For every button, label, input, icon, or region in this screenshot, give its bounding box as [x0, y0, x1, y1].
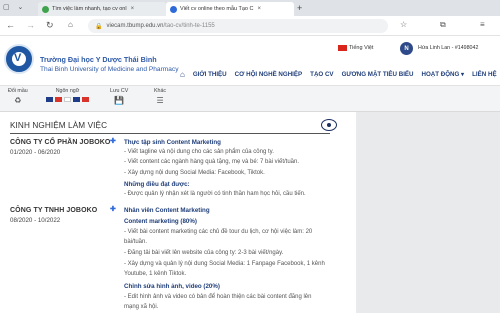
- company-name[interactable]: CÔNG TY CỔ PHẦN JOBOKO: [10, 139, 110, 146]
- save-cv-button[interactable]: Lưu CV 💾: [110, 88, 128, 105]
- address-bar[interactable]: 🔒 viecam.tbump.edu.vn /tao-cv/tinh-te-11…: [88, 19, 388, 33]
- cn-flag-icon[interactable]: [82, 97, 89, 102]
- main-menu: ⌂ GIỚI THIỆU CƠ HỘI NGHỀ NGHIỆP TẠO CV G…: [180, 70, 497, 79]
- jp-flag-icon[interactable]: [64, 97, 71, 102]
- language-button[interactable]: Ngôn ngữ: [46, 88, 89, 102]
- menu-lines-icon: ☰: [156, 96, 164, 105]
- job-detail[interactable]: - Đăng tải bài viết lên website của công…: [124, 250, 283, 256]
- job-subheading[interactable]: Content marketing (80%): [124, 218, 197, 225]
- menu-item-contact[interactable]: LIÊN HỆ: [472, 71, 496, 78]
- tab-nav-icons[interactable]: ▢ ⌄: [3, 3, 26, 11]
- vietnam-flag-icon: [338, 45, 347, 51]
- tab-label: Viết cv online theo mẫu Tạo C: [180, 6, 254, 12]
- back-icon[interactable]: ←: [6, 20, 15, 30]
- menu-item-featured[interactable]: GƯƠNG MẶT TIÊU BIỂU: [342, 71, 414, 78]
- home-browser-icon[interactable]: ⌂: [68, 20, 73, 29]
- job-title[interactable]: Thực tập sinh Content Marketing: [124, 139, 221, 146]
- other-label: Khác: [154, 88, 167, 94]
- avatar[interactable]: N: [400, 42, 413, 55]
- url-path: /tao-cv/tinh-te-1155: [163, 23, 215, 29]
- new-tab-button[interactable]: +: [297, 3, 302, 13]
- forward-icon[interactable]: →: [26, 20, 35, 30]
- save-cv-label: Lưu CV: [110, 88, 129, 94]
- tab-close-icon[interactable]: ×: [131, 6, 135, 12]
- add-item-icon[interactable]: ✚: [110, 205, 116, 213]
- change-color-button[interactable]: Đổi mầu ♻: [8, 88, 28, 105]
- other-button[interactable]: Khác ☰: [154, 88, 166, 105]
- kr-flag-icon[interactable]: [73, 97, 80, 102]
- change-color-label: Đổi mầu: [8, 88, 28, 94]
- palette-icon: ♻: [14, 96, 22, 105]
- job-detail[interactable]: Youtube, 1 kênh Tiktok.: [124, 271, 186, 277]
- tab-close-icon[interactable]: ×: [257, 6, 261, 12]
- university-name-en: Thai Binh University of Medicine and Pha…: [40, 66, 179, 73]
- reload-icon[interactable]: ↻: [46, 20, 54, 31]
- menu-icon[interactable]: ≡: [480, 20, 485, 29]
- job-title[interactable]: Nhân viên Content Marketing: [124, 207, 210, 214]
- job-detail[interactable]: - Viết tagline và nội dung cho các sản p…: [124, 149, 274, 155]
- language-label: Tiếng Việt: [349, 45, 374, 51]
- section-title[interactable]: KINH NGHIỆM LÀM VIỆC: [10, 121, 107, 130]
- job-detail[interactable]: - Viết content các ngành hàng quà tặng, …: [124, 159, 299, 165]
- logo-letter: V: [14, 52, 22, 64]
- work-dates[interactable]: 08/2020 - 10/2022: [10, 217, 60, 224]
- uk-flag-icon[interactable]: [46, 97, 53, 102]
- user-name[interactable]: Hứa Linh Lan - #1498042: [418, 45, 478, 51]
- browser-tab-2[interactable]: Viết cv online theo mẫu Tạo C ×: [166, 2, 294, 16]
- menu-item-create-cv[interactable]: TẠO CV: [310, 71, 333, 78]
- language-flags: [46, 97, 89, 102]
- home-icon[interactable]: ⌂: [180, 70, 185, 79]
- job-detail[interactable]: bài/tuần.: [124, 239, 147, 245]
- job-subheading[interactable]: Chỉnh sửa hình ảnh, video (20%): [124, 283, 220, 290]
- job-detail[interactable]: - Edit hình ảnh và video có bản để hoàn …: [124, 294, 311, 300]
- language-selector[interactable]: Tiếng Việt: [338, 45, 373, 51]
- menu-item-about[interactable]: GIỚI THIỆU: [193, 71, 227, 78]
- add-item-icon[interactable]: ✚: [110, 137, 116, 145]
- job-detail[interactable]: - Xây dựng và quản lý nội dung Social Me…: [124, 261, 325, 267]
- achievement-title[interactable]: Những điều đạt được:: [124, 181, 190, 188]
- lock-icon: 🔒: [95, 23, 103, 30]
- achievement-detail[interactable]: - Được quản lý nhận xét là người có tinh…: [124, 191, 306, 197]
- url-host: viecam.tbump.edu.vn: [106, 23, 164, 29]
- vn-flag-icon[interactable]: [55, 97, 62, 102]
- company-name[interactable]: CÔNG TY TNHH JOBOKO: [10, 207, 97, 214]
- section-divider: [10, 133, 330, 134]
- tab-favicon-icon: [170, 5, 177, 13]
- menu-item-careers[interactable]: CƠ HỘI NGHỀ NGHIỆP: [235, 71, 303, 78]
- job-detail[interactable]: - Xây dựng nội dung Social Media: Facebo…: [124, 170, 265, 176]
- language-label: Ngôn ngữ: [55, 88, 80, 94]
- menu-item-activities[interactable]: HOẠT ĐỘNG ▾: [422, 71, 465, 78]
- tab-label: Tìm việc làm nhanh, tạo cv onl: [52, 6, 127, 12]
- university-name-vn: Trường Đại học Y Dược Thái Bình: [40, 55, 157, 64]
- work-dates[interactable]: 01/2020 - 06/2020: [10, 149, 60, 156]
- bookmark-icon[interactable]: ☆: [400, 20, 407, 29]
- save-icon: 💾: [114, 96, 125, 105]
- tab-favicon-icon: [42, 5, 49, 13]
- eye-icon[interactable]: [321, 119, 337, 131]
- job-detail[interactable]: - Viết bài content marketing các chủ đề …: [124, 229, 312, 235]
- extensions-icon[interactable]: ⧉: [440, 20, 446, 30]
- browser-tab-1[interactable]: Tìm việc làm nhanh, tạo cv onl ×: [38, 2, 166, 16]
- right-side-panel: [356, 112, 500, 313]
- job-detail[interactable]: mạng xã hội.: [124, 304, 158, 310]
